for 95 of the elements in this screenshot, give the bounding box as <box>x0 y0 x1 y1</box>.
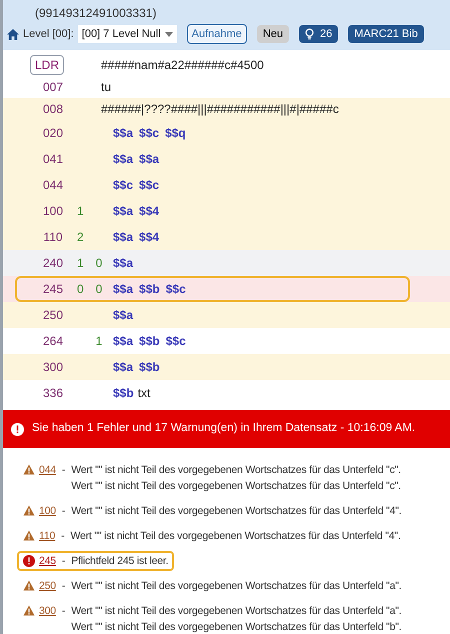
error-icon <box>23 555 35 567</box>
subfield-code[interactable]: $$a <box>113 280 134 298</box>
field-tag: 264 <box>30 332 64 350</box>
indicator: 0 <box>96 256 102 270</box>
warning-icon <box>23 605 35 616</box>
indicator: 1 <box>77 256 84 270</box>
warning-icon <box>23 530 35 541</box>
message-text: Wert "" ist nicht Teil des vorgegebenen Wortschatzes für das Unterfeld "4". <box>70 529 401 544</box>
field-row[interactable]: 245 0 0 $$a $$b $$c <box>3 276 450 302</box>
field-tag: 250 <box>30 306 64 324</box>
indicator: 1 <box>96 334 102 348</box>
count-badge[interactable]: 26 <box>299 24 338 44</box>
subfield-code[interactable]: $$a <box>113 358 134 376</box>
field-value: #####nam#a22######c#4500 <box>101 57 264 74</box>
field-link[interactable]: 250 <box>39 578 56 594</box>
field-tag[interactable]: LDR <box>30 55 64 75</box>
field-tag: 110 <box>31 228 63 246</box>
subfield-code[interactable]: $$a <box>139 150 160 168</box>
level-select[interactable]: [00] 7 Level Null <box>78 24 177 44</box>
error-banner: Sie haben 1 Fehler und 17 Warnung(en) in Ihrem Datensatz - 10:16:09 AM. <box>3 410 450 448</box>
field-tag: 336 <box>30 384 64 402</box>
subfield-code[interactable]: $$c <box>139 124 160 142</box>
subfield-code[interactable]: $$b <box>139 280 160 298</box>
field-row[interactable]: 250 $$a <box>3 302 450 328</box>
subfield-code[interactable]: $$a <box>113 332 134 350</box>
field-tag: 240 <box>30 254 64 272</box>
field-value: tu <box>101 79 112 96</box>
message-text: Wert "" ist nicht Teil des vorgegebenen Wortschatzes für das Unterfeld "a". <box>71 579 402 594</box>
level-label: Level [00]: <box>23 26 74 42</box>
field-link[interactable]: 044 <box>39 462 56 478</box>
field-row[interactable]: 300 $$a $$b <box>3 354 450 380</box>
toolbar-button[interactable]: MARC21 Bib <box>348 24 424 44</box>
field-tag: 041 <box>30 150 64 168</box>
subfield-code[interactable]: $$b <box>113 384 134 402</box>
separator: - <box>60 554 66 569</box>
error-icon <box>11 422 24 436</box>
field-tag: 044 <box>30 176 64 194</box>
subfield-code[interactable]: $$c <box>113 176 134 194</box>
field-tag: 020 <box>30 124 64 142</box>
record-id: (99149312491003331) <box>35 6 156 20</box>
indicator: 0 <box>96 282 102 296</box>
separator: - <box>60 529 66 544</box>
subfield-value: txt <box>138 385 150 402</box>
subfield-code[interactable]: $$4 <box>139 228 160 246</box>
field-link[interactable]: 245 <box>39 553 56 569</box>
field-link[interactable]: 110 <box>39 528 56 544</box>
subfield-code[interactable]: $$a <box>113 202 134 220</box>
field-row[interactable]: 240 1 0 $$a <box>3 250 450 276</box>
subfield-code[interactable]: $$a <box>113 306 134 324</box>
field-row[interactable]: 110 2 $$a $$4 <box>3 224 450 250</box>
warning-icon <box>23 580 35 591</box>
subfield-code[interactable]: $$c <box>166 280 186 298</box>
warning-icon <box>23 505 35 516</box>
subfield-code[interactable]: $$a <box>113 228 134 246</box>
toolbar-button[interactable]: Aufnahme <box>186 24 247 44</box>
field-row[interactable]: 100 1 $$a $$4 <box>3 198 450 224</box>
field-tag: 008 <box>30 100 64 118</box>
toolbar-button[interactable]: Neu <box>256 24 289 44</box>
subfield-code[interactable]: $$c <box>139 176 160 194</box>
message-text: Wert "" ist nicht Teil des vorgegebenen Wortschatzes für das Unterfeld "a". <box>71 604 402 619</box>
field-row[interactable]: 041 $$a $$a <box>3 146 450 172</box>
message-text: Wert "" ist nicht Teil des vorgegebenen Wortschatzes für das Unterfeld "4". <box>71 504 402 519</box>
separator: - <box>60 579 66 594</box>
indicator: 1 <box>77 204 84 218</box>
field-tag: 300 <box>30 358 64 376</box>
separator: - <box>60 463 66 478</box>
field-tag: 245 <box>30 280 64 298</box>
subfield-code[interactable]: $$q <box>165 124 186 142</box>
home-icon[interactable] <box>7 28 19 40</box>
indicator: 2 <box>77 230 84 244</box>
field-link[interactable]: 100 <box>39 503 56 519</box>
field-row[interactable]: 044 $$c $$c <box>3 172 450 198</box>
subfield-code[interactable]: $$b <box>139 332 160 350</box>
subfield-code[interactable]: $$4 <box>139 202 160 220</box>
field-row[interactable]: 020 $$a $$c $$q <box>3 120 450 146</box>
lightbulb-icon <box>305 28 314 40</box>
subfield-code[interactable]: $$a <box>113 150 134 168</box>
warning-icon <box>23 464 35 475</box>
field-tag: 100 <box>30 202 64 220</box>
message-text: Pflichtfeld 245 ist leer. <box>71 554 168 569</box>
subfield-code[interactable]: $$a <box>113 254 134 272</box>
message-text: Wert "" ist nicht Teil des vorgegebenen Wortschatzes für das Unterfeld "b". <box>71 620 402 634</box>
field-row[interactable]: 008 ######|????####|||###########|||#|#####c <box>3 98 450 120</box>
indicator: 0 <box>77 282 84 296</box>
subfield-code[interactable]: $$a <box>113 124 134 142</box>
caret-icon <box>164 32 173 36</box>
field-link[interactable]: 300 <box>39 603 56 619</box>
message-text: Wert "" ist nicht Teil des vorgegebenen Wortschatzes für das Unterfeld "c". <box>71 479 401 494</box>
subfield-code[interactable]: $$b <box>139 358 160 376</box>
separator: - <box>60 504 66 519</box>
field-tag: 007 <box>30 78 64 96</box>
separator: - <box>60 604 66 619</box>
field-value: ######|????####|||###########|||#|#####c <box>101 101 339 118</box>
subfield-code[interactable]: $$c <box>166 332 186 350</box>
message-text: Wert "" ist nicht Teil des vorgegebenen Wortschatzes für das Unterfeld "c". <box>71 463 401 478</box>
